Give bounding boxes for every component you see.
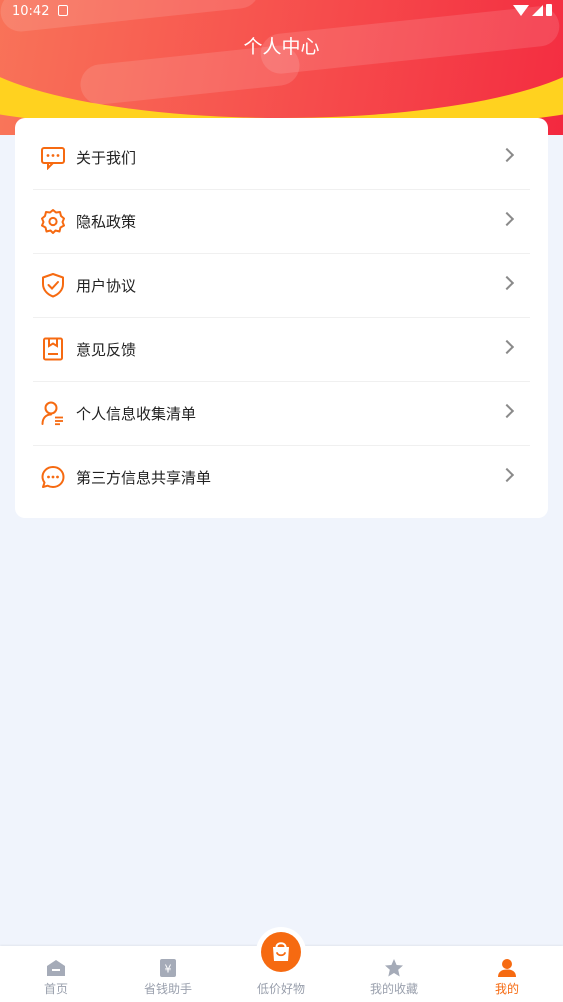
message-dots-icon <box>41 147 65 170</box>
star-icon <box>385 959 403 977</box>
tab-favorites[interactable]: 我的收藏 <box>338 946 450 1002</box>
tab-mine[interactable]: 我的 <box>451 946 563 1002</box>
menu-item-label: 用户协议 <box>76 277 137 295</box>
status-time: 10:42 <box>12 4 50 19</box>
menu-card: 关于我们 隐私政策 用户协议 意见反馈 个人信息收集清单 第三方信息共享清单 <box>15 118 548 518</box>
menu-item-label: 第三方信息共享清单 <box>76 469 212 487</box>
home-icon <box>47 960 65 976</box>
menu-item-label: 关于我们 <box>76 149 137 167</box>
menu-item-feedback[interactable]: 意见反馈 <box>33 318 530 382</box>
center-button-fill <box>261 932 301 972</box>
tab-label: 低价好物 <box>256 982 305 996</box>
yen-tag-icon: ¥ <box>160 959 176 977</box>
svg-text:¥: ¥ <box>165 963 172 976</box>
gear-icon <box>41 209 65 234</box>
tab-label: 我的 <box>494 982 519 996</box>
menu-item-label: 隐私政策 <box>76 213 137 231</box>
tab-label: 省钱助手 <box>143 982 192 996</box>
tab-money-saver[interactable]: ¥ 省钱助手 <box>112 946 224 1002</box>
tab-label: 首页 <box>43 982 68 996</box>
person-list-icon <box>41 401 63 426</box>
menu-item-personal-info-list[interactable]: 个人信息收集清单 <box>33 382 530 446</box>
chevron-right-icon <box>499 403 515 419</box>
battery-icon <box>546 4 552 16</box>
notification-icon <box>58 5 68 16</box>
tab-home[interactable]: 首页 <box>0 946 112 1002</box>
menu-item-label: 意见反馈 <box>76 341 137 359</box>
feedback-bookmark-icon <box>43 337 63 361</box>
menu-item-user-agreement[interactable]: 用户协议 <box>33 254 530 318</box>
menu-item-about[interactable]: 关于我们 <box>33 126 530 190</box>
wifi-icon <box>513 5 529 16</box>
chevron-right-icon <box>499 467 515 483</box>
shopping-bag-icon <box>273 942 289 961</box>
shield-check-icon <box>42 273 64 298</box>
menu-item-label: 个人信息收集清单 <box>76 405 197 423</box>
signal-icon <box>532 5 543 16</box>
chat-bubble-icon <box>41 466 65 488</box>
header-banner: 10:42 个人中心 <box>0 0 563 135</box>
menu-item-third-party-sharing[interactable]: 第三方信息共享清单 <box>33 446 530 510</box>
chevron-right-icon <box>499 275 515 291</box>
tab-label: 我的收藏 <box>369 982 418 996</box>
chevron-right-icon <box>499 147 515 163</box>
chevron-right-icon <box>499 211 515 227</box>
status-bar: 10:42 <box>0 0 563 24</box>
chevron-right-icon <box>499 339 515 355</box>
page-title: 个人中心 <box>243 36 320 58</box>
menu-item-privacy-policy[interactable]: 隐私政策 <box>33 190 530 254</box>
person-icon <box>498 959 516 977</box>
center-shop-button[interactable] <box>256 927 306 977</box>
